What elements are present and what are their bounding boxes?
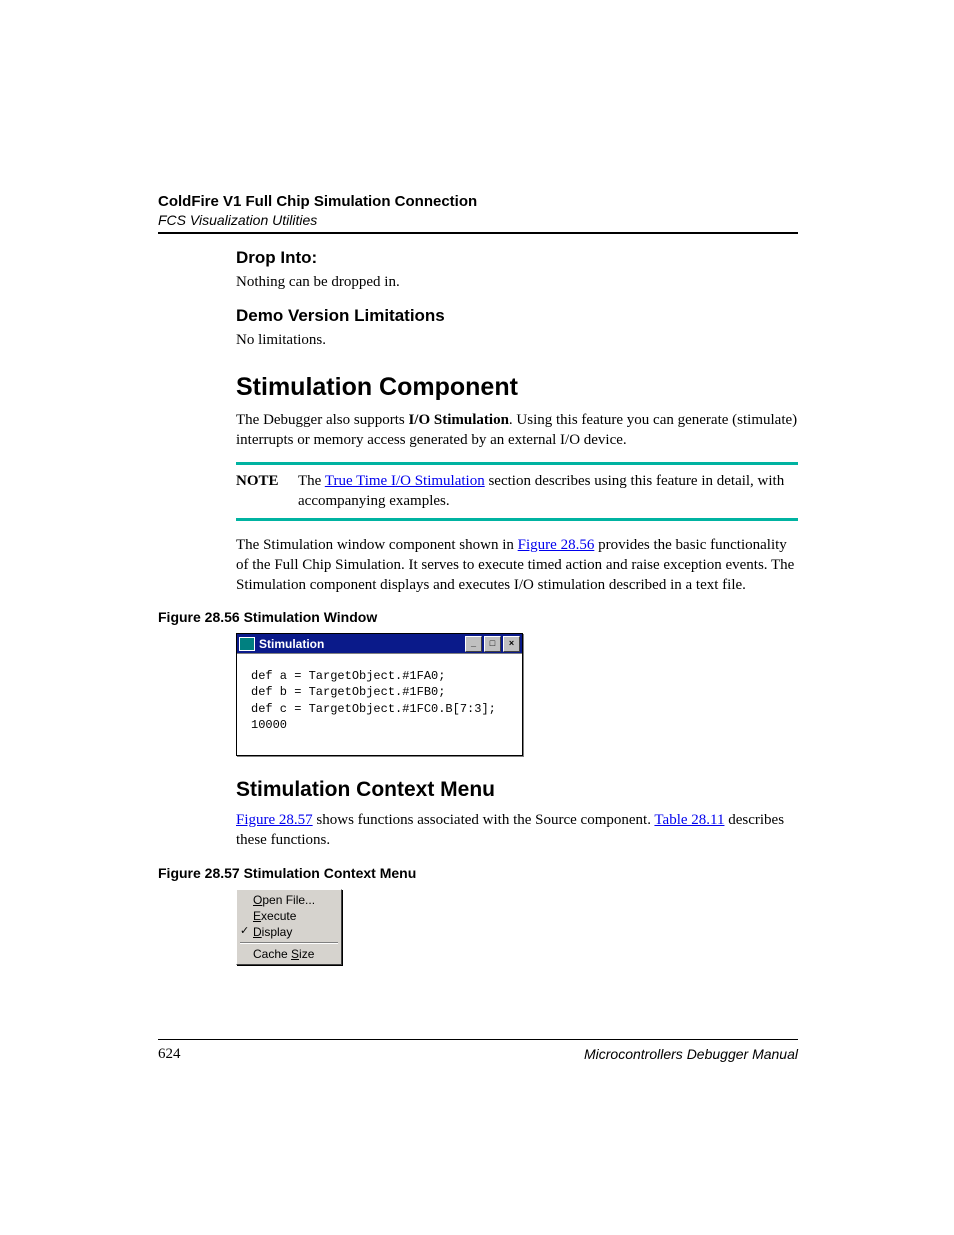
menu-item-cache-size[interactable]: Cache Size bbox=[239, 946, 339, 962]
text-drop-into: Nothing can be dropped in. bbox=[236, 272, 798, 292]
text-ctx-desc: Figure 28.57 shows functions associated … bbox=[236, 810, 798, 851]
header-rule bbox=[158, 232, 798, 234]
figure-caption-28-56: Figure 28.56 Stimulation Window bbox=[158, 609, 798, 625]
heading-stimulation-component: Stimulation Component bbox=[236, 373, 798, 402]
page-footer: 624 Microcontrollers Debugger Manual bbox=[158, 1039, 798, 1063]
link-figure-28-56[interactable]: Figure 28.56 bbox=[518, 537, 595, 553]
main-column: Drop Into: Nothing can be dropped in. De… bbox=[158, 248, 798, 965]
stimulation-window: Stimulation _ □ × def a = TargetObject.#… bbox=[236, 633, 523, 756]
running-header-subtitle: FCS Visualization Utilities bbox=[158, 212, 798, 228]
heading-demo-limits: Demo Version Limitations bbox=[236, 306, 798, 326]
menu-item-open-file[interactable]: Open File... bbox=[239, 892, 339, 908]
window-titlebar[interactable]: Stimulation _ □ × bbox=[237, 634, 522, 653]
note-box: NOTE The True Time I/O Stimulation secti… bbox=[236, 462, 798, 521]
text-fragment: The Stimulation window component shown i… bbox=[236, 537, 518, 553]
note-label: NOTE bbox=[236, 471, 298, 512]
text-stim-intro: The Debugger also supports I/O Stimulati… bbox=[236, 410, 798, 451]
figure-caption-28-57: Figure 28.57 Stimulation Context Menu bbox=[158, 865, 798, 881]
menu-separator bbox=[240, 942, 338, 944]
text-fragment: The Debugger also supports bbox=[236, 412, 408, 428]
text-fragment: The bbox=[298, 473, 325, 489]
app-icon bbox=[239, 637, 255, 651]
note-text: The True Time I/O Stimulation section de… bbox=[298, 471, 798, 512]
text-demo-limits: No limitations. bbox=[236, 330, 798, 350]
text-bold-io-stimulation: I/O Stimulation bbox=[408, 412, 508, 428]
text-stim-desc: The Stimulation window component shown i… bbox=[236, 535, 798, 596]
close-button[interactable]: × bbox=[503, 636, 520, 652]
window-buttons: _ □ × bbox=[465, 636, 520, 652]
page-number: 624 bbox=[158, 1046, 181, 1063]
maximize-button[interactable]: □ bbox=[484, 636, 501, 652]
minimize-button[interactable]: _ bbox=[465, 636, 482, 652]
heading-drop-into: Drop Into: bbox=[236, 248, 798, 268]
stimulation-window-body: def a = TargetObject.#1FA0; def b = Targ… bbox=[237, 653, 522, 755]
link-table-28-11[interactable]: Table 28.11 bbox=[654, 812, 724, 828]
window-title: Stimulation bbox=[259, 637, 465, 651]
manual-title: Microcontrollers Debugger Manual bbox=[584, 1046, 798, 1063]
context-menu: Open File... Execute Display Cache Size bbox=[236, 889, 342, 965]
link-figure-28-57[interactable]: Figure 28.57 bbox=[236, 812, 313, 828]
heading-stimulation-context-menu: Stimulation Context Menu bbox=[236, 778, 798, 802]
menu-item-display[interactable]: Display bbox=[239, 924, 339, 940]
link-true-time-io[interactable]: True Time I/O Stimulation bbox=[325, 473, 485, 489]
text-fragment: shows functions associated with the Sour… bbox=[313, 812, 655, 828]
running-header-title: ColdFire V1 Full Chip Simulation Connect… bbox=[158, 193, 798, 210]
page-content: ColdFire V1 Full Chip Simulation Connect… bbox=[158, 193, 798, 965]
menu-item-execute[interactable]: Execute bbox=[239, 908, 339, 924]
